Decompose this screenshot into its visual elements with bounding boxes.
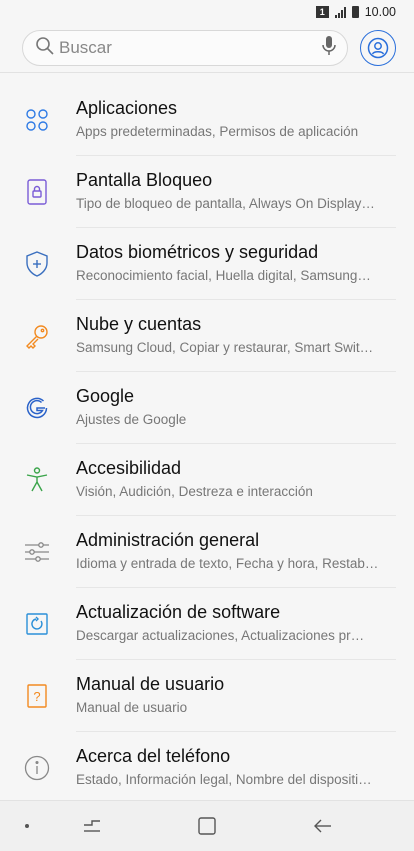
settings-item-manual-usuario[interactable]: ? Manual de usuario Manual de usuario xyxy=(0,660,414,732)
settings-item-title: Nube y cuentas xyxy=(76,314,202,334)
settings-item-subtitle: Idioma y entrada de texto, Fecha y hora,… xyxy=(76,556,379,571)
top-bar: Buscar xyxy=(22,28,396,68)
apps-icon xyxy=(23,106,51,134)
signal-icon xyxy=(334,6,346,18)
settings-item-subtitle: Manual de usuario xyxy=(76,700,188,715)
status-bar: 1 10.00 xyxy=(0,0,414,24)
search-icon xyxy=(35,36,55,61)
nav-dot-icon[interactable] xyxy=(25,824,29,828)
software-update-icon xyxy=(23,610,51,638)
settings-item-subtitle: Visión, Audición, Destreza e interacción xyxy=(76,484,313,499)
settings-item-subtitle: Tipo de bloqueo de pantalla, Always On D… xyxy=(76,196,375,211)
settings-item-subtitle: Apps predeterminadas, Permisos de aplica… xyxy=(76,124,359,139)
navigation-bar xyxy=(0,800,414,851)
account-icon xyxy=(367,37,389,59)
home-button[interactable] xyxy=(195,814,219,838)
recent-apps-icon xyxy=(84,820,100,832)
settings-item-administracion-general[interactable]: Administración general Idioma y entrada … xyxy=(0,516,414,588)
settings-item-subtitle: Ajustes de Google xyxy=(76,412,187,427)
status-time: 10.00 xyxy=(364,5,396,19)
settings-item-title: Pantalla Bloqueo xyxy=(76,170,213,190)
account-button[interactable] xyxy=(360,30,396,66)
settings-item-acerca-telefono[interactable]: Acerca del teléfono Estado, Información … xyxy=(0,732,414,804)
manual-icon: ? xyxy=(23,682,51,710)
info-icon xyxy=(23,754,51,782)
settings-item-title: Administración general xyxy=(76,530,260,550)
sim-indicator: 1 xyxy=(315,6,329,18)
settings-item-title: Datos biométricos y seguridad xyxy=(76,242,319,262)
svg-text:?: ? xyxy=(33,689,40,704)
header-divider xyxy=(0,72,414,73)
key-icon xyxy=(23,322,51,350)
settings-item-title: Actualización de software xyxy=(76,602,281,622)
settings-item-google[interactable]: Google Ajustes de Google xyxy=(0,372,414,444)
microphone-icon[interactable] xyxy=(321,35,337,62)
lock-icon xyxy=(23,178,51,206)
google-icon xyxy=(23,394,51,422)
settings-list: Aplicaciones Apps predeterminadas, Permi… xyxy=(0,84,414,804)
settings-item-title: Manual de usuario xyxy=(76,674,225,694)
settings-item-actualizacion-software[interactable]: Actualización de software Descargar actu… xyxy=(0,588,414,660)
shield-icon xyxy=(23,250,51,278)
settings-item-subtitle: Samsung Cloud, Copiar y restaurar, Smart… xyxy=(76,340,374,355)
settings-item-title: Aplicaciones xyxy=(76,98,178,118)
search-input[interactable]: Buscar xyxy=(22,30,348,66)
settings-item-subtitle: Estado, Información legal, Nombre del di… xyxy=(76,772,372,787)
settings-item-biometria-seguridad[interactable]: Datos biométricos y seguridad Reconocimi… xyxy=(0,228,414,300)
settings-item-nube-cuentas[interactable]: Nube y cuentas Samsung Cloud, Copiar y r… xyxy=(0,300,414,372)
settings-item-aplicaciones[interactable]: Aplicaciones Apps predeterminadas, Permi… xyxy=(0,84,414,156)
settings-item-subtitle: Reconocimiento facial, Huella digital, S… xyxy=(76,268,371,283)
settings-item-subtitle: Descargar actualizaciones, Actualizacion… xyxy=(76,628,365,643)
settings-item-title: Google xyxy=(76,386,135,406)
settings-item-title: Accesibilidad xyxy=(76,458,182,478)
settings-item-accesibilidad[interactable]: Accesibilidad Visión, Audición, Destreza… xyxy=(0,444,414,516)
home-icon xyxy=(198,817,216,835)
settings-item-title: Acerca del teléfono xyxy=(76,746,231,766)
battery-icon xyxy=(351,6,359,18)
search-placeholder: Buscar xyxy=(59,38,112,57)
recent-apps-button[interactable] xyxy=(80,814,104,838)
back-icon xyxy=(314,819,331,833)
back-button[interactable] xyxy=(311,814,335,838)
settings-item-pantalla-bloqueo[interactable]: Pantalla Bloqueo Tipo de bloqueo de pant… xyxy=(0,156,414,228)
sliders-icon xyxy=(23,538,51,566)
accessibility-icon xyxy=(23,466,51,494)
